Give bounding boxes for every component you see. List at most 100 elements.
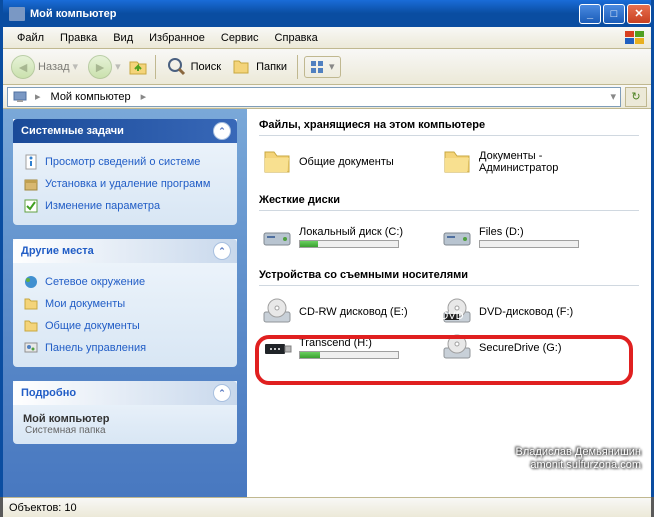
disk-usage-bar <box>299 240 399 248</box>
gear-icon <box>23 340 39 356</box>
address-input[interactable]: ▸ Мой компьютер ▸ ▾ <box>7 87 621 107</box>
network-icon <box>23 274 39 290</box>
panel-system-tasks: Системные задачи ⌃ Просмотр сведений о с… <box>13 119 237 225</box>
item-admin-docs[interactable]: Документы - Администратор <box>439 144 619 180</box>
section-title: Устройства со съемными носителями <box>259 267 639 286</box>
window-title: Мой компьютер <box>30 8 577 20</box>
menu-edit[interactable]: Правка <box>52 29 105 47</box>
hdd-icon <box>441 221 473 253</box>
app-icon <box>9 7 25 21</box>
item-label: Files (D:) <box>479 226 579 238</box>
search-label: Поиск <box>191 61 221 73</box>
section-title: Файлы, хранящиеся на этом компьютере <box>259 117 639 136</box>
toolbar-separator <box>297 55 298 79</box>
folder-up-button[interactable] <box>127 56 149 78</box>
toolbar: ◄ Назад ▾ ► ▾ Поиск Папки ▾ <box>3 49 651 85</box>
explorer-window: Мой компьютер _ □ ✕ Файл Правка Вид Избр… <box>0 0 654 497</box>
section-hard-drives: Жесткие диски Локальный диск (C:) Files … <box>259 192 639 255</box>
back-button[interactable]: ◄ Назад ▾ <box>7 53 82 81</box>
item-label: SecureDrive (G:) <box>479 342 617 354</box>
link-system-info[interactable]: Просмотр сведений о системе <box>23 151 227 173</box>
computer-icon <box>12 90 28 104</box>
collapse-icon[interactable]: ⌃ <box>213 122 231 140</box>
folders-icon <box>231 56 253 78</box>
item-label: CD-RW дисковод (E:) <box>299 306 437 318</box>
usb-drive-icon <box>261 332 293 364</box>
views-button[interactable]: ▾ <box>304 56 341 78</box>
package-icon <box>23 176 39 192</box>
collapse-icon[interactable]: ⌃ <box>213 242 231 260</box>
link-shared-documents[interactable]: Общие документы <box>23 315 227 337</box>
toolbar-separator <box>155 55 156 79</box>
maximize-button[interactable]: □ <box>603 4 625 24</box>
views-dropdown-icon: ▾ <box>329 60 335 73</box>
menu-file[interactable]: Файл <box>9 29 52 47</box>
disk-usage-bar <box>299 351 399 359</box>
item-label: DVD-дисковод (F:) <box>479 306 617 318</box>
link-my-documents[interactable]: Мои документы <box>23 293 227 315</box>
minimize-button[interactable]: _ <box>579 4 601 24</box>
close-button[interactable]: ✕ <box>627 4 651 24</box>
details-name: Мой компьютер <box>23 413 227 425</box>
details-type: Системная папка <box>23 425 227 436</box>
item-shared-docs[interactable]: Общие документы <box>259 144 439 180</box>
breadcrumb-root[interactable]: Мой компьютер <box>48 91 134 103</box>
folders-button[interactable]: Папки <box>227 54 291 80</box>
item-label: Документы - Администратор <box>479 150 617 174</box>
forward-button[interactable]: ► ▾ <box>84 53 125 81</box>
collapse-icon[interactable]: ⌃ <box>213 384 231 402</box>
panel-title: Системные задачи <box>21 125 124 137</box>
link-label: Изменение параметра <box>45 200 160 212</box>
link-label: Мои документы <box>45 298 125 310</box>
address-dropdown-icon[interactable]: ▾ <box>610 90 616 103</box>
folders-label: Папки <box>256 61 287 73</box>
link-control-panel[interactable]: Панель управления <box>23 337 227 359</box>
search-icon <box>166 56 188 78</box>
search-button[interactable]: Поиск <box>162 54 225 80</box>
menu-tools[interactable]: Сервис <box>213 29 267 47</box>
refresh-button[interactable]: ↻ <box>625 87 647 107</box>
hdd-icon <box>261 221 293 253</box>
folder-icon <box>23 318 39 334</box>
menu-view[interactable]: Вид <box>105 29 141 47</box>
windows-logo-icon <box>623 29 647 47</box>
link-label: Установка и удаление программ <box>45 178 210 190</box>
item-securedrive-g[interactable]: SecureDrive (G:) <box>439 330 619 366</box>
breadcrumb-chevron-icon[interactable]: ▸ <box>32 90 44 103</box>
menu-favorites[interactable]: Избранное <box>141 29 213 47</box>
cd-drive-icon <box>261 296 293 328</box>
item-drive-c[interactable]: Локальный диск (C:) <box>259 219 439 255</box>
info-sheet-icon <box>23 154 39 170</box>
item-cdrw-e[interactable]: CD-RW дисковод (E:) <box>259 294 439 330</box>
back-label: Назад <box>38 61 70 73</box>
link-label: Панель управления <box>45 342 146 354</box>
item-label: Общие документы <box>299 156 437 168</box>
item-transcend-h[interactable]: Transcend (H:) <box>259 330 439 366</box>
link-change-setting[interactable]: Изменение параметра <box>23 195 227 217</box>
back-dropdown-icon: ▾ <box>73 60 79 73</box>
main-content: Файлы, хранящиеся на этом компьютере Общ… <box>247 109 651 497</box>
panel-header-other[interactable]: Другие места ⌃ <box>13 239 237 263</box>
folder-icon <box>23 296 39 312</box>
item-drive-d[interactable]: Files (D:) <box>439 219 619 255</box>
breadcrumb-chevron-icon[interactable]: ▸ <box>138 90 150 103</box>
link-label: Сетевое окружение <box>45 276 145 288</box>
item-dvd-f[interactable]: DVD DVD-дисковод (F:) <box>439 294 619 330</box>
folder-icon <box>441 146 473 178</box>
addressbar: ▸ Мой компьютер ▸ ▾ ↻ <box>3 85 651 109</box>
link-network[interactable]: Сетевое окружение <box>23 271 227 293</box>
panel-header-system[interactable]: Системные задачи ⌃ <box>13 119 237 143</box>
panel-title: Другие места <box>21 245 94 257</box>
forward-arrow-icon: ► <box>88 55 112 79</box>
checkbox-icon <box>23 198 39 214</box>
status-text: Объектов: 10 <box>9 502 77 514</box>
section-stored-files: Файлы, хранящиеся на этом компьютере Общ… <box>259 117 639 180</box>
folder-icon <box>261 146 293 178</box>
svg-text:DVD: DVD <box>441 310 464 322</box>
menu-help[interactable]: Справка <box>267 29 326 47</box>
titlebar[interactable]: Мой компьютер _ □ ✕ <box>3 0 651 27</box>
link-add-remove[interactable]: Установка и удаление программ <box>23 173 227 195</box>
statusbar: Объектов: 10 <box>3 497 651 517</box>
panel-title: Подробно <box>21 387 76 399</box>
panel-header-details[interactable]: Подробно ⌃ <box>13 381 237 405</box>
